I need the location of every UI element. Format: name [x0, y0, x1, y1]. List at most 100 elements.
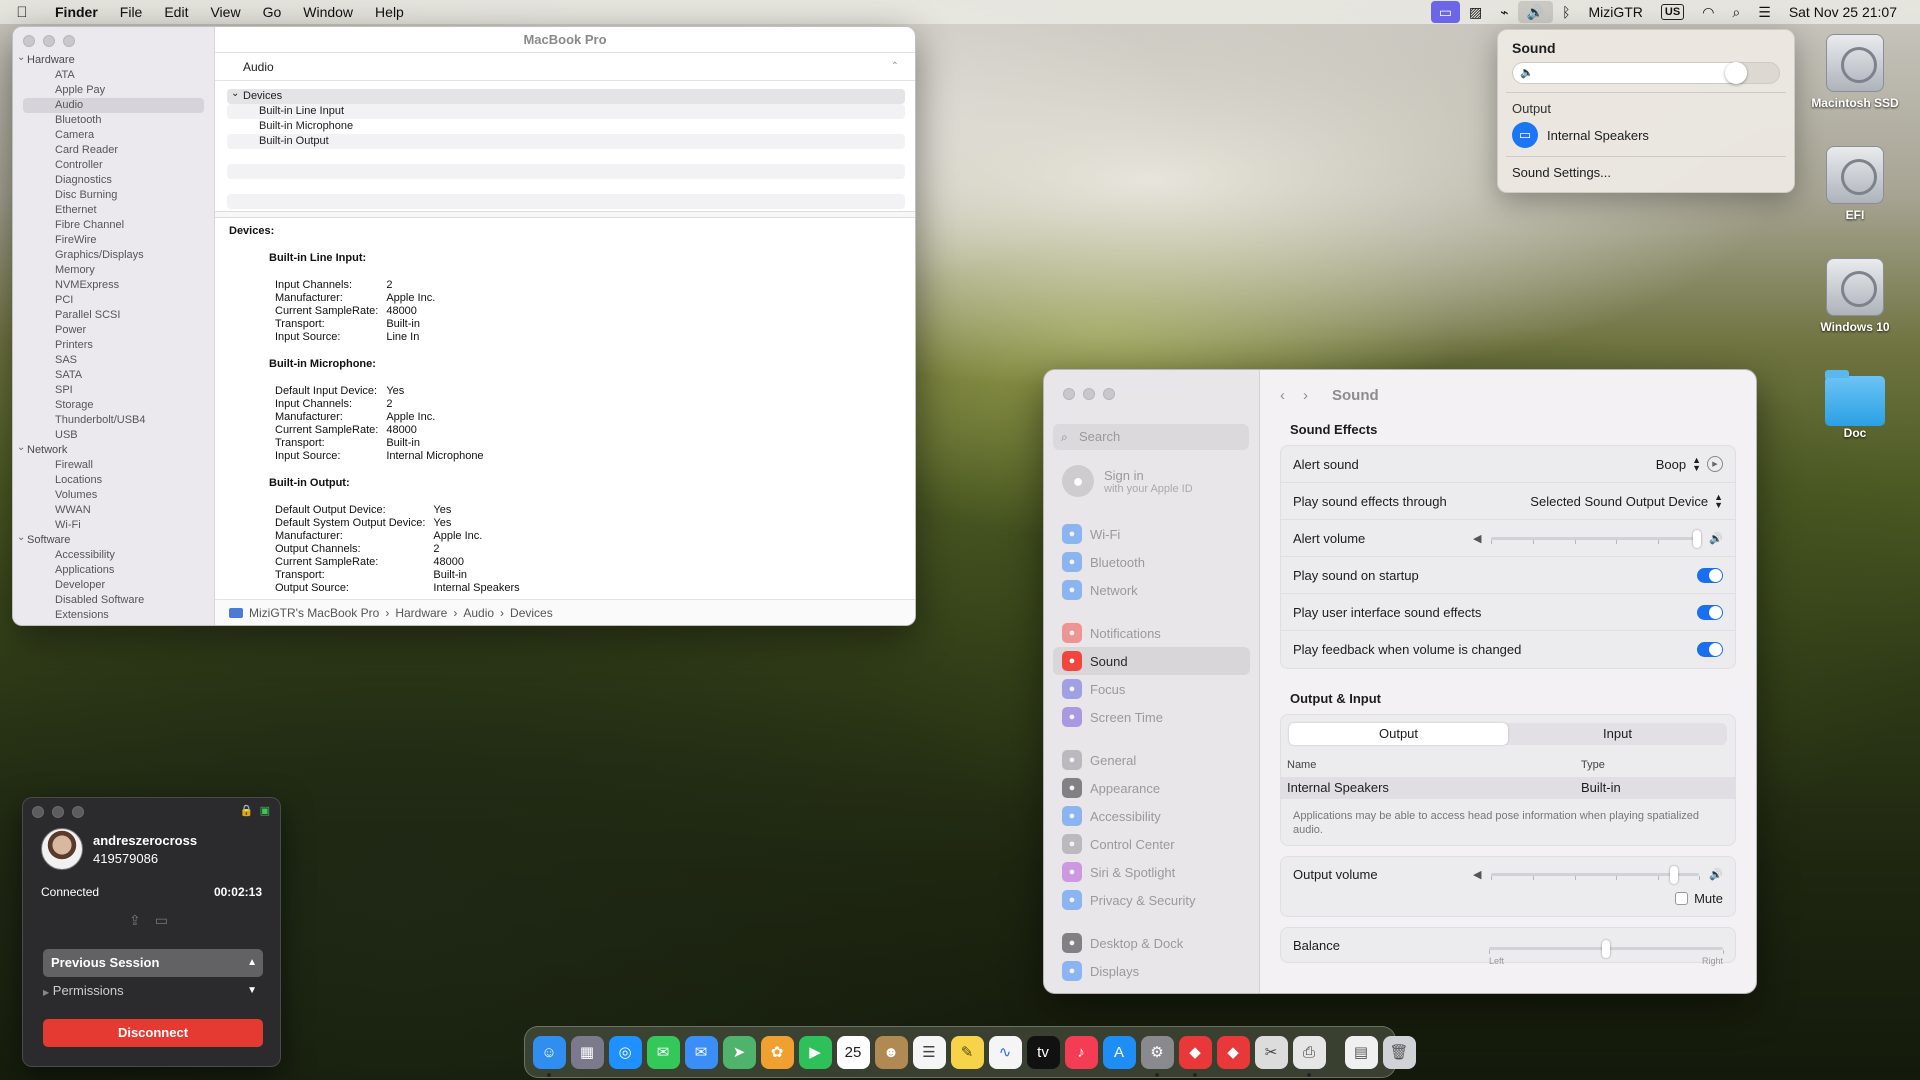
tree-item[interactable]: Printers: [13, 338, 214, 353]
printer-icon[interactable]: ⎙: [1292, 1035, 1326, 1077]
close-button[interactable]: [1063, 388, 1075, 400]
audio-column-header[interactable]: Audio ⌃: [215, 53, 915, 81]
music-icon[interactable]: ♪: [1064, 1035, 1098, 1069]
minimize-button[interactable]: [43, 35, 55, 47]
tree-item[interactable]: Applications: [13, 563, 214, 578]
desktop-icon-macintosh-ssd[interactable]: Macintosh SSD: [1805, 34, 1905, 110]
startup-sound-toggle[interactable]: [1697, 567, 1723, 583]
tree-item[interactable]: Bluetooth: [13, 113, 214, 128]
tree-item[interactable]: Locations: [13, 473, 214, 488]
tree-item[interactable]: Disc Burning: [13, 188, 214, 203]
minimize-button[interactable]: [52, 806, 64, 818]
zoom-button[interactable]: [63, 35, 75, 47]
anydesk-alt-icon[interactable]: ◆: [1216, 1035, 1250, 1069]
tree-item[interactable]: Disabled Software: [13, 593, 214, 608]
reminders-icon[interactable]: ☰: [912, 1035, 946, 1069]
split-divider[interactable]: [215, 211, 915, 218]
keyboard-layout-status[interactable]: US: [1652, 4, 1693, 20]
trash-icon[interactable]: 🗑: [1382, 1035, 1416, 1069]
back-button[interactable]: ‹: [1280, 387, 1285, 404]
menu-view[interactable]: View: [199, 0, 251, 24]
tree-item[interactable]: Power: [13, 323, 214, 338]
tree-item[interactable]: Volumes: [13, 488, 214, 503]
freeform-icon[interactable]: ∿: [988, 1035, 1022, 1069]
alert-sound-popup[interactable]: Boop ▲ ▼ ▶: [1656, 456, 1723, 473]
tree-item[interactable]: NVMExpress: [13, 278, 214, 293]
slider-thumb[interactable]: [1602, 940, 1610, 958]
menu-help[interactable]: Help: [364, 0, 415, 24]
sidebar-item-appearance[interactable]: ● Appearance: [1053, 774, 1250, 802]
zoom-button[interactable]: [72, 806, 84, 818]
column-name[interactable]: Name: [1287, 759, 1581, 771]
tree-item[interactable]: Accessibility: [13, 548, 214, 563]
system-settings-icon[interactable]: ⚙: [1140, 1035, 1174, 1077]
ui-sound-effects-toggle[interactable]: [1697, 604, 1723, 620]
sidebar-item-control-center[interactable]: ● Control Center: [1053, 830, 1250, 858]
alert-volume-slider[interactable]: [1491, 530, 1702, 548]
forward-button[interactable]: ›: [1303, 387, 1308, 404]
list-item[interactable]: Built-in Line Input: [227, 104, 905, 119]
menu-go[interactable]: Go: [252, 0, 293, 24]
tree-item[interactable]: WWAN: [13, 503, 214, 518]
tree-item[interactable]: Memory: [13, 263, 214, 278]
sidebar-item-displays[interactable]: ● Displays: [1053, 957, 1250, 985]
tree-item[interactable]: USB: [13, 428, 214, 443]
maps-icon[interactable]: ➤: [722, 1035, 756, 1069]
tree-item[interactable]: Storage: [13, 398, 214, 413]
mute-checkbox[interactable]: [1675, 892, 1689, 905]
search-field[interactable]: ⌕ Search: [1053, 424, 1249, 450]
apple-id-signin[interactable]: ● Sign in with your Apple ID: [1062, 465, 1193, 497]
desktop-icon-efi[interactable]: EFI: [1805, 146, 1905, 222]
user-status[interactable]: MiziGTR: [1579, 1, 1651, 23]
close-button[interactable]: [23, 35, 35, 47]
sidebar-item-general[interactable]: ● General: [1053, 746, 1250, 774]
path-item[interactable]: Hardware: [395, 600, 447, 626]
tree-group[interactable]: Hardware: [13, 50, 214, 68]
document-icon[interactable]: ▤: [1344, 1035, 1378, 1069]
tree-item[interactable]: Thunderbolt/USB4: [13, 413, 214, 428]
tab-input[interactable]: Input: [1508, 723, 1727, 745]
screen-share-status-icon[interactable]: ▭: [1430, 1, 1460, 23]
script-status-icon[interactable]: ⌁: [1491, 1, 1517, 23]
preview-icon[interactable]: ✂: [1254, 1035, 1288, 1069]
slider-thumb[interactable]: [1693, 530, 1702, 548]
volume-status-icon[interactable]: 🔊: [1517, 1, 1554, 23]
messages-icon[interactable]: ✉: [646, 1035, 680, 1069]
tree-item[interactable]: PCI: [13, 293, 214, 308]
apple-tv-icon[interactable]: tv: [1026, 1035, 1060, 1069]
tree-item[interactable]: SATA: [13, 368, 214, 383]
volume-slider-knob[interactable]: [1725, 62, 1748, 84]
menu-finder[interactable]: Finder: [44, 0, 109, 24]
spotlight-search-icon[interactable]: ⌕: [1723, 1, 1749, 23]
tree-item[interactable]: SAS: [13, 353, 214, 368]
contacts-icon[interactable]: ☻: [874, 1035, 908, 1069]
calendar-icon[interactable]: 25: [836, 1035, 870, 1069]
tree-item[interactable]: Firewall: [13, 458, 214, 473]
sidebar-item-accessibility[interactable]: ● Accessibility: [1053, 802, 1250, 830]
tree-item[interactable]: Wi-Fi: [13, 518, 214, 533]
sidebar-item-siri-spotlight[interactable]: ● Siri & Spotlight: [1053, 858, 1250, 886]
tree-item[interactable]: Audio: [23, 98, 204, 113]
safari-icon[interactable]: ◎: [608, 1035, 642, 1069]
desktop-icon-doc[interactable]: Doc: [1805, 370, 1905, 440]
list-item[interactable]: Built-in Microphone: [227, 119, 905, 134]
slider-thumb[interactable]: [1670, 866, 1679, 884]
tree-item[interactable]: SPI: [13, 383, 214, 398]
balance-slider[interactable]: [1489, 940, 1724, 958]
apple-menu-icon[interactable]: : [0, 4, 44, 21]
tree-item[interactable]: Fibre Channel: [13, 218, 214, 233]
tree-item[interactable]: Ethernet: [13, 203, 214, 218]
sidebar-item-wi-fi[interactable]: ● Wi-Fi: [1053, 520, 1250, 548]
table-row[interactable]: Internal Speakers Built-in: [1281, 777, 1735, 799]
volume-feedback-toggle[interactable]: [1697, 642, 1723, 657]
tree-item[interactable]: Extensions: [13, 608, 214, 623]
sidebar-item-sound[interactable]: ● Sound: [1053, 647, 1250, 675]
tree-item[interactable]: Controller: [13, 158, 214, 173]
menu-window[interactable]: Window: [292, 0, 364, 24]
clock[interactable]: Sat Nov 25 21:07: [1780, 1, 1906, 23]
tab-output[interactable]: Output: [1289, 723, 1508, 745]
sound-settings-link[interactable]: Sound Settings...: [1512, 165, 1780, 180]
bluetooth-status-icon[interactable]: ᛒ: [1553, 1, 1579, 23]
session-select[interactable]: Previous Session ▲ ▼: [43, 949, 263, 996]
play-through-popup[interactable]: Selected Sound Output Device ▲ ▼: [1530, 493, 1723, 510]
